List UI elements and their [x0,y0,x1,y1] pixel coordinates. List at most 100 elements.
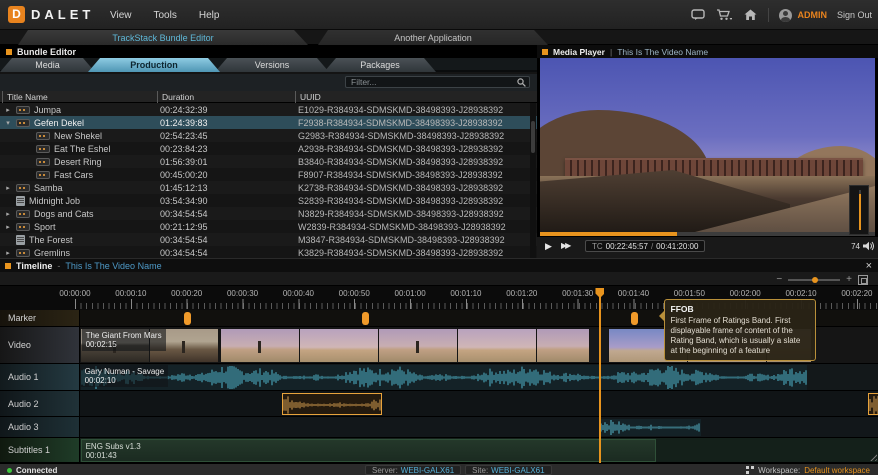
expander-icon[interactable]: ▸ [4,106,12,114]
title-name: Gremlins [34,248,70,258]
track-label-marker[interactable]: Marker [0,310,80,327]
tab-versions[interactable]: Versions [215,58,329,72]
playhead[interactable] [599,296,601,463]
fit-to-window-icon[interactable] [858,275,868,285]
table-row[interactable]: ▸Gremlins00:34:54:54K3829-R384934-SDMSKM… [0,246,537,258]
timeline-marker-icon[interactable] [362,312,369,325]
table-scrollbar[interactable] [530,103,536,258]
title-separator: | [610,47,612,57]
table-row[interactable]: The Forest00:34:54:54M3847-R384934-SDMSK… [0,233,537,246]
dalet-logo-icon: D [8,6,25,23]
table-row[interactable]: ▸Samba01:45:12:13K2738-R384934-SDMSKMD-3… [0,181,537,194]
menu-view[interactable]: View [110,10,132,21]
table-row[interactable]: New Shekel02:54:23:45G2983-R384934-SDMSK… [0,129,537,142]
home-icon[interactable] [742,7,758,23]
close-icon[interactable]: × [866,260,872,272]
tab-packages[interactable]: Packages [324,58,436,72]
zoom-in-icon[interactable]: + [846,276,852,284]
volume-slider-popup[interactable] [849,185,869,235]
tab-media[interactable]: Media [0,58,95,72]
ruler-label: 00:00:50 [339,289,370,298]
expander-icon[interactable]: ▸ [4,210,12,218]
expander-icon[interactable]: ▸ [4,223,12,231]
table-row[interactable]: Midnight Job03:54:34:90S2839-R384934-SDM… [0,194,537,207]
menu-help[interactable]: Help [199,10,220,21]
title-name: Midnight Job [29,196,80,206]
speaker-icon[interactable] [862,241,874,251]
audio1-clip[interactable]: Gary Numan - Savage00:02:10 [81,365,807,390]
uuid-cell: K3829-R384934-SDMSKMD-38498393-J28938392 [298,246,503,258]
timeline-marker-icon[interactable] [184,312,191,325]
audio2-clip-selected[interactable] [868,393,878,415]
expander-icon[interactable]: ▸ [4,249,12,257]
bundle-editor-panel: MediaProductionVersionsPackages Title Na… [0,58,537,258]
scrollbar-thumb[interactable] [531,121,535,153]
column-header-0[interactable]: Title Name [2,91,48,103]
title-name: Fast Cars [54,170,93,180]
volume-slider-fill[interactable] [859,194,861,230]
table-row[interactable]: ▸Sport00:21:12:95W2839-R384934-SDMSKMD-3… [0,220,537,233]
media-type-icon [36,158,50,166]
timeline-zoom-control: − + [776,275,868,285]
audio3-clip[interactable] [600,419,701,436]
menu-tools[interactable]: Tools [154,10,177,21]
app-tab-0[interactable]: TrackStack Bundle Editor [18,30,308,45]
title-name: Samba [34,183,63,193]
uuid-cell: S2839-R384934-SDMSKMD-38498393-J28938392 [298,194,503,207]
uuid-cell: K2738-R384934-SDMSKMD-38498393-J28938392 [298,181,503,194]
track-label-audio-2[interactable]: Audio 2 [0,391,80,417]
table-row[interactable]: ▸Dogs and Cats00:34:54:54N3829-R384934-S… [0,207,537,220]
ruler-label: 00:01:40 [618,289,649,298]
workspace-value[interactable]: Default workspace [804,466,870,475]
video-viewport[interactable] [540,58,875,232]
duration-cell: 00:45:00:20 [160,168,208,181]
audio3-track[interactable] [0,417,878,438]
title-cell: New Shekel [24,129,102,142]
video-thumbnail[interactable] [458,329,536,362]
track-label-audio-1[interactable]: Audio 1 [0,364,80,391]
track-label-subtitles-1[interactable]: Subtitles 1 [0,438,80,463]
bundle-bullet-icon [6,49,12,55]
user-avatar[interactable] [779,9,792,22]
duration-cell: 00:21:12:95 [160,220,208,233]
top-right-icons: ADMIN Sign Out [690,0,872,30]
timecode-display[interactable]: TC 00:22:45:57 / 00:41:20:00 [585,240,705,252]
audio2-track[interactable] [0,391,878,417]
video-thumbnail[interactable] [221,329,299,362]
cart-icon[interactable] [716,7,732,23]
tab-production[interactable]: Production [88,58,220,72]
table-row[interactable]: Fast Cars00:45:00:20F8907-R384934-SDMSKM… [0,168,537,181]
table-row[interactable]: ▸Jumpa00:24:32:39E1029-R384934-SDMSKMD-3… [0,103,537,116]
track-label-video[interactable]: Video [0,327,80,364]
search-icon[interactable] [517,78,526,87]
track-label-audio-3[interactable]: Audio 3 [0,417,80,438]
server-box: Server: WEBI-GALX61 [365,465,461,475]
column-header-1[interactable]: Duration [157,91,194,103]
title-cell: Desert Ring [24,155,102,168]
expander-icon[interactable]: ▾ [4,119,12,127]
video-thumbnail[interactable] [300,329,378,362]
zoom-slider-handle[interactable] [812,277,818,283]
video-thumbnail[interactable] [379,329,457,362]
zoom-slider[interactable] [788,279,840,281]
media-player-panel: Media Player | This Is The Video Name ▶ … [537,45,878,258]
workspace-selector[interactable]: Workspace: Default workspace [746,464,870,475]
table-row[interactable]: ▾Gefen Dekel01:24:39:83F2938-R384934-SDM… [0,116,537,129]
fast-forward-button[interactable]: ▶▶ [561,241,569,250]
zoom-out-icon[interactable]: − [776,276,782,284]
sign-out-link[interactable]: Sign Out [837,10,872,20]
timeline-marker-icon[interactable] [631,312,638,325]
play-button[interactable]: ▶ [545,241,552,252]
subtitle-clip[interactable]: ENG Subs v1.300:01:43 [81,439,656,462]
filter-input[interactable] [346,77,517,87]
title-cell: ▸ Gremlins [4,246,70,258]
audio2-clip-selected[interactable] [282,393,383,415]
video-thumbnail[interactable] [537,329,589,362]
table-row[interactable]: Eat The Eshel00:23:84:23A2938-R384934-SD… [0,142,537,155]
table-row[interactable]: Desert Ring01:56:39:01B3840-R384934-SDMS… [0,155,537,168]
app-tab-1[interactable]: Another Application [318,30,548,45]
column-header-2[interactable]: UUID [295,91,321,103]
monitor-icon[interactable] [690,7,706,23]
expander-icon[interactable]: ▸ [4,184,12,192]
timeline-video-name: This Is The Video Name [65,261,161,271]
